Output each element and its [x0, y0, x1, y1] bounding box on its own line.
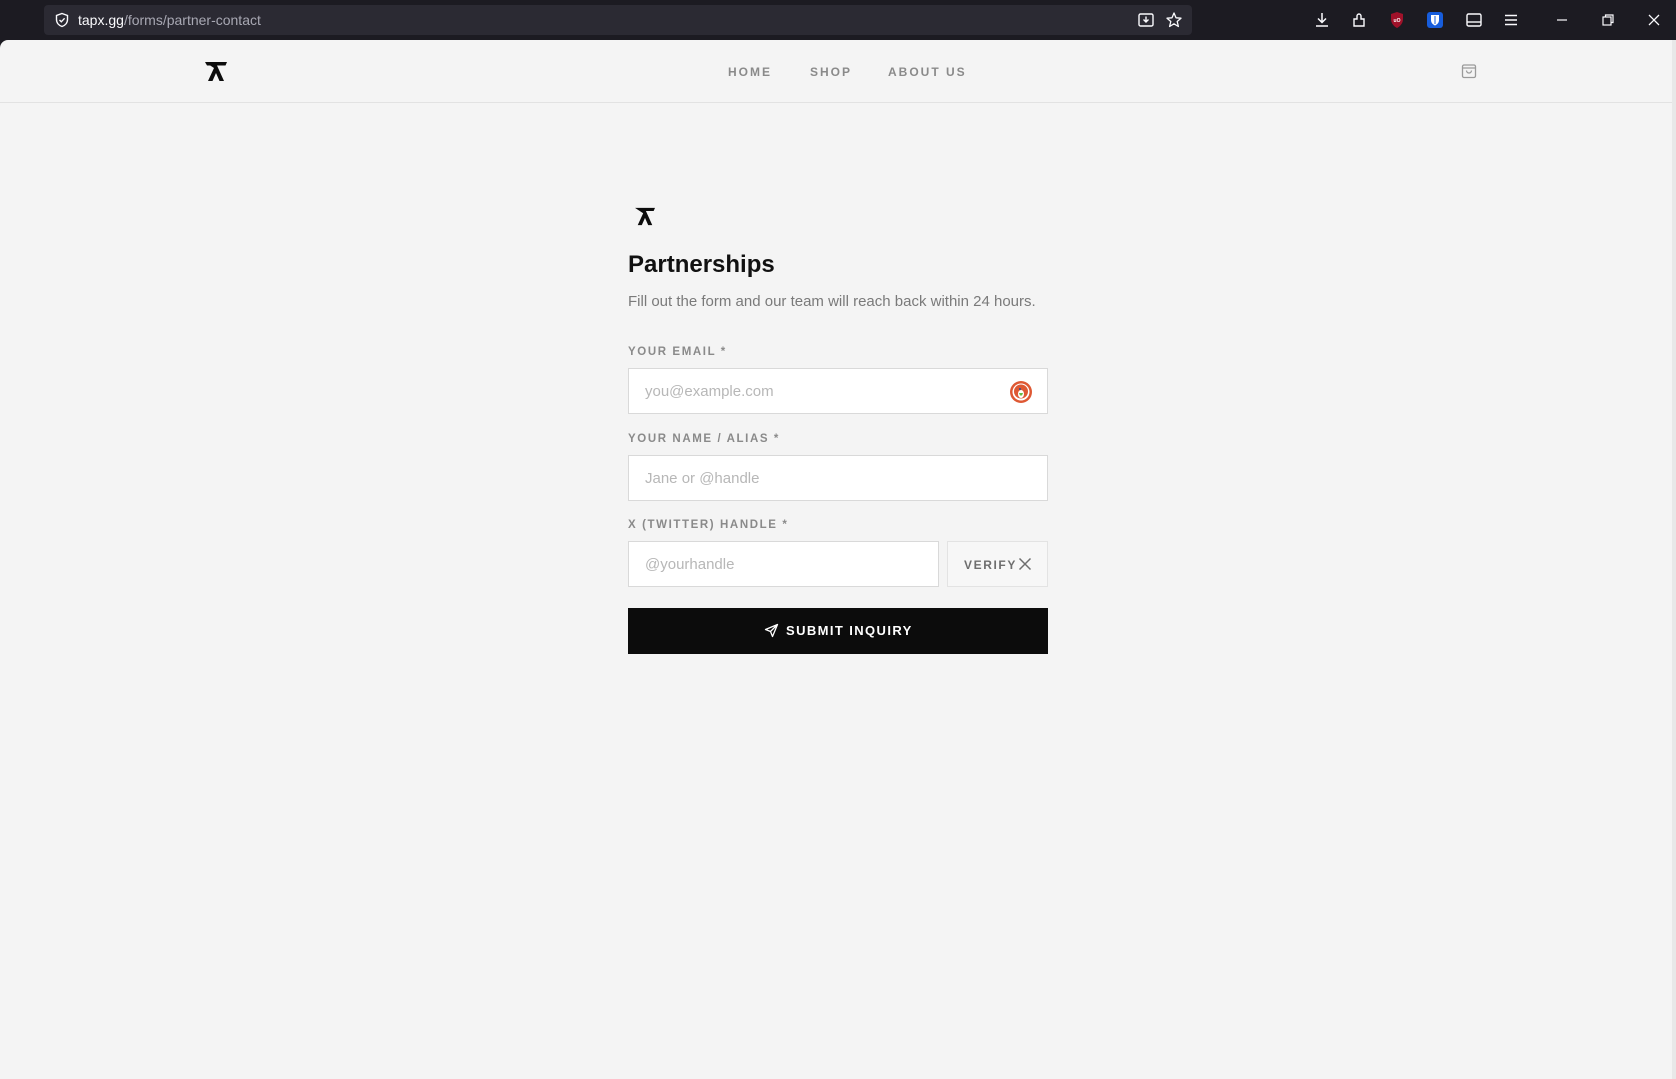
svg-text:uO: uO: [1394, 18, 1401, 24]
page-title: Partnerships: [628, 251, 775, 278]
url-text[interactable]: tapx.gg/forms/partner-contact: [78, 12, 261, 28]
email-field-wrapper: [628, 368, 1048, 414]
email-label: YOUR EMAIL *: [628, 346, 727, 358]
twitter-field-wrapper: [628, 541, 939, 587]
url-path: /forms/partner-contact: [123, 12, 261, 28]
browser-toolbar: tapx.gg/forms/partner-contact uO: [0, 0, 1676, 40]
send-icon: [764, 623, 779, 638]
sidebar-icon[interactable]: [1464, 10, 1484, 30]
duckduckgo-icon[interactable]: [1009, 380, 1033, 404]
twitter-label: X (TWITTER) HANDLE *: [628, 519, 789, 531]
ublock-icon[interactable]: uO: [1387, 10, 1407, 30]
nav-shop[interactable]: SHOP: [810, 65, 852, 79]
page-subtitle: Fill out the form and our team will reac…: [628, 293, 1036, 310]
verify-button-label: VERIFY: [964, 558, 1017, 572]
name-field[interactable]: [629, 456, 1047, 500]
email-field[interactable]: [629, 369, 1047, 413]
puzzle-icon[interactable]: [1349, 10, 1369, 30]
close-window-icon[interactable]: [1644, 10, 1664, 30]
submit-inquiry-button[interactable]: SUBMIT INQUIRY: [628, 608, 1048, 654]
minimize-icon[interactable]: [1552, 10, 1572, 30]
site-header: HOME SHOP ABOUT US: [0, 40, 1672, 103]
page-save-icon[interactable]: [1137, 11, 1155, 29]
cart-icon[interactable]: [1460, 62, 1478, 80]
star-icon[interactable]: [1165, 11, 1183, 29]
url-bar[interactable]: tapx.gg/forms/partner-contact: [44, 5, 1192, 35]
brand-logo-icon[interactable]: [204, 60, 228, 82]
scrollbar[interactable]: [1672, 40, 1676, 1079]
name-field-wrapper: [628, 455, 1048, 501]
download-icon[interactable]: [1312, 10, 1332, 30]
hamburger-icon[interactable]: [1501, 10, 1521, 30]
submit-label: SUBMIT INQUIRY: [786, 623, 913, 638]
bitwarden-icon[interactable]: [1425, 10, 1445, 30]
page-viewport: HOME SHOP ABOUT US Partnerships Fill out…: [0, 40, 1676, 1079]
x-logo-icon: [1018, 557, 1032, 571]
brand-logo-icon: [635, 207, 655, 226]
twitter-handle-field[interactable]: [629, 542, 938, 586]
url-host: tapx.gg: [78, 12, 124, 28]
shield-icon[interactable]: [54, 12, 70, 28]
restore-icon[interactable]: [1598, 10, 1618, 30]
nav-home[interactable]: HOME: [728, 65, 772, 79]
name-label: YOUR NAME / ALIAS *: [628, 433, 781, 445]
nav-about-us[interactable]: ABOUT US: [888, 65, 967, 79]
verify-button[interactable]: VERIFY: [947, 541, 1048, 587]
